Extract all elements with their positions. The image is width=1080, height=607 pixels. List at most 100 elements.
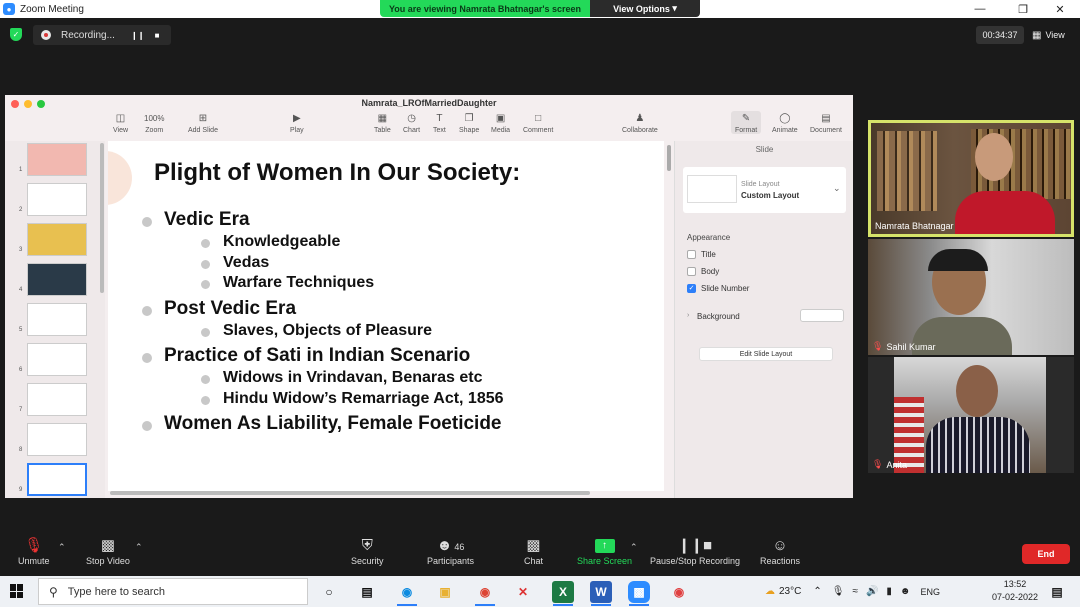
title-checkbox[interactable] bbox=[687, 250, 696, 259]
notifications-icon[interactable]: ▤ bbox=[1046, 581, 1068, 603]
volume-icon[interactable]: 🔊 bbox=[866, 586, 878, 597]
muted-mic-icon: 🎙 bbox=[24, 537, 44, 554]
animate-tool[interactable]: ◯ Animate bbox=[772, 111, 798, 134]
slide-thumbnail[interactable] bbox=[27, 423, 87, 456]
format-tool[interactable]: ✎ Format bbox=[731, 111, 762, 134]
add-slide-tool[interactable]: ⊞ Add Slide bbox=[188, 111, 218, 134]
slide-horizontal-scrollbar[interactable] bbox=[110, 491, 590, 495]
zoom-tool-label: Zoom bbox=[145, 127, 164, 134]
slide-thumbnail[interactable] bbox=[27, 303, 87, 336]
chevron-up-icon[interactable]: ⌃ bbox=[630, 542, 638, 553]
temperature[interactable]: 23°C bbox=[779, 586, 801, 597]
chevron-up-icon[interactable]: ⌃ bbox=[58, 542, 66, 553]
unmute-button[interactable]: 🎙 Unmute bbox=[18, 536, 50, 566]
participants-label: Participants bbox=[427, 556, 475, 566]
body-checkbox[interactable] bbox=[687, 267, 696, 276]
text-tool[interactable]: T Text bbox=[433, 111, 446, 134]
zoom-taskbar-icon[interactable]: ▩ bbox=[628, 581, 650, 603]
slide-layout-picker[interactable]: Slide Layout Custom Layout ⌄ bbox=[683, 167, 846, 213]
slide-thumb-number: 3 bbox=[19, 247, 23, 253]
body-checkbox-label: Body bbox=[701, 267, 720, 276]
chat-bubble-icon: ▩ bbox=[526, 537, 541, 554]
document-tool[interactable]: ▤ Document bbox=[810, 111, 842, 134]
taskbar-search[interactable]: ⚲ Type here to search bbox=[38, 578, 308, 605]
animate-icon: ◯ bbox=[779, 113, 791, 124]
reactions-button[interactable]: ☺ Reactions bbox=[760, 536, 800, 566]
chrome-browser-icon[interactable]: ◉ bbox=[474, 581, 496, 603]
chevron-up-icon[interactable]: ⌃ bbox=[813, 586, 821, 597]
slide-thumbnail[interactable] bbox=[27, 143, 87, 176]
edge-browser-icon[interactable]: ◉ bbox=[396, 581, 418, 603]
media-tool[interactable]: ▣ Media bbox=[491, 111, 510, 134]
slide-thumbnail[interactable] bbox=[27, 223, 87, 256]
wifi-icon[interactable]: ≈ bbox=[852, 586, 858, 597]
end-meeting-button[interactable]: End bbox=[1022, 544, 1070, 564]
stop-recording-icon[interactable]: ■ bbox=[151, 31, 163, 40]
cortana-icon[interactable]: ○ bbox=[318, 581, 340, 603]
sub-bullet-icon bbox=[201, 375, 210, 384]
layout-thumbnail bbox=[687, 175, 737, 203]
weather-icon[interactable]: ☁ bbox=[765, 586, 775, 597]
minimize-button[interactable]: — bbox=[960, 0, 1000, 18]
view-tool[interactable]: ◫ View bbox=[113, 111, 128, 134]
task-view-icon[interactable]: ▤ bbox=[356, 581, 378, 603]
windows-start-icon[interactable] bbox=[10, 584, 24, 598]
view-layout-label: View bbox=[1045, 30, 1065, 40]
chevron-up-icon[interactable]: ⌃ bbox=[135, 542, 143, 553]
security-button[interactable]: ⛨ Security bbox=[351, 536, 384, 566]
word-icon[interactable]: W bbox=[590, 581, 612, 603]
slide-thumbnail[interactable] bbox=[27, 463, 87, 496]
table-tool[interactable]: ▦ Table bbox=[374, 111, 391, 134]
format-inspector: Slide Slide Layout Custom Layout ⌄ Appea… bbox=[674, 141, 853, 498]
pause-recording-icon[interactable]: ❙❙ bbox=[131, 31, 144, 40]
microphone-icon[interactable]: 🎙 bbox=[832, 586, 845, 597]
slide-thumbnail[interactable] bbox=[27, 383, 87, 416]
chat-button[interactable]: ▩ Chat bbox=[524, 536, 543, 566]
person-clothing bbox=[955, 191, 1055, 234]
excel-icon[interactable]: X bbox=[552, 581, 574, 603]
pause-stop-recording-button[interactable]: ❙❙■ Pause/Stop Recording bbox=[650, 536, 740, 566]
edit-slide-layout-button[interactable]: Edit Slide Layout bbox=[699, 347, 833, 361]
slide-thumbnail[interactable] bbox=[27, 183, 87, 216]
recording-label: Recording... bbox=[61, 29, 115, 41]
view-options-button[interactable]: View Options ▾ bbox=[590, 0, 700, 17]
chart-tool[interactable]: ◷ Chart bbox=[403, 111, 420, 134]
restore-button[interactable]: ❐ bbox=[1003, 0, 1043, 18]
shape-tool[interactable]: ❐ Shape bbox=[459, 111, 479, 134]
chevron-down-icon: ⌄ bbox=[833, 183, 841, 193]
app-icon-x[interactable]: ✕ bbox=[512, 581, 534, 603]
people-icon[interactable]: ☻ bbox=[900, 586, 911, 597]
close-button[interactable]: ✕ bbox=[1040, 0, 1080, 18]
slide-thumb-number: 8 bbox=[19, 447, 23, 453]
shape-icon: ❐ bbox=[464, 113, 474, 124]
participant-name-text: Sahil Kumar bbox=[886, 341, 936, 352]
sub-bullet-icon bbox=[201, 239, 210, 248]
share-screen-button[interactable]: ↑ Share Screen bbox=[577, 536, 632, 566]
collaborate-tool[interactable]: ♟ Collaborate bbox=[622, 111, 658, 134]
slide-vertical-scrollbar[interactable] bbox=[667, 145, 671, 171]
media-app-icon[interactable]: ◉ bbox=[668, 581, 690, 603]
participant-tile-namrata[interactable]: Namrata Bhatnagar bbox=[868, 120, 1074, 237]
play-tool[interactable]: ▶ Play bbox=[290, 111, 304, 134]
battery-icon[interactable]: ▮ bbox=[886, 586, 892, 597]
slide-navigator[interactable]: 1 2 3 4 5 6 7 8 9 bbox=[5, 141, 105, 498]
chevron-right-icon[interactable]: › bbox=[687, 312, 689, 319]
encryption-shield-icon[interactable]: ✓ bbox=[10, 28, 22, 41]
file-explorer-icon[interactable]: ▣ bbox=[434, 581, 456, 603]
slide-thumbnail[interactable] bbox=[27, 263, 87, 296]
zoom-tool[interactable]: 100% Zoom bbox=[144, 111, 164, 134]
navigator-scrollbar[interactable] bbox=[100, 143, 104, 293]
participant-tile-sahil[interactable]: 🎙 Sahil Kumar bbox=[868, 239, 1074, 355]
taskbar-clock[interactable]: 13:52 07-02-2022 bbox=[990, 578, 1040, 604]
inspector-tab-slide[interactable]: Slide bbox=[675, 145, 854, 154]
slide-thumbnail[interactable] bbox=[27, 343, 87, 376]
language-indicator[interactable]: ENG bbox=[920, 587, 940, 597]
stop-video-button[interactable]: ▩ Stop Video bbox=[86, 536, 130, 566]
slide-number-checkbox[interactable]: ✓ bbox=[687, 284, 696, 293]
participants-button[interactable]: ☻ 46 Participants bbox=[427, 536, 474, 566]
slide-canvas[interactable]: Plight of Women In Our Society: Vedic Er… bbox=[108, 141, 664, 491]
view-layout-button[interactable]: ▦ View bbox=[1032, 26, 1065, 44]
participant-tile-anita[interactable]: 🎙 Anita bbox=[868, 357, 1074, 473]
background-color-swatch[interactable] bbox=[800, 309, 844, 322]
comment-tool[interactable]: □ Comment bbox=[523, 111, 553, 134]
